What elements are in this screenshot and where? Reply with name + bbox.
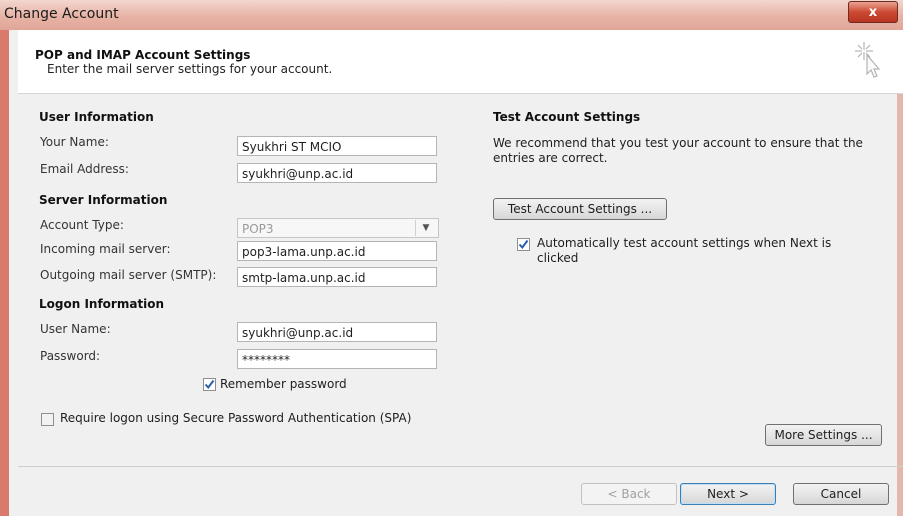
next-button[interactable]: Next > (680, 483, 776, 505)
logon-information-heading: Logon Information (39, 297, 165, 311)
password-field[interactable]: ******** (237, 349, 437, 369)
test-settings-description: We recommend that you test your account … (493, 136, 863, 165)
test-settings-heading: Test Account Settings (493, 110, 641, 124)
cancel-button[interactable]: Cancel (793, 483, 889, 505)
server-information-heading: Server Information (39, 193, 168, 207)
user-information-heading: User Information (39, 110, 154, 124)
incoming-server-label: Incoming mail server: (40, 242, 171, 256)
title-bar[interactable]: Change Account x (0, 0, 903, 30)
remember-password-checkbox[interactable] (203, 378, 216, 391)
account-type-value: POP3 (242, 222, 274, 236)
page-title: POP and IMAP Account Settings (35, 48, 251, 62)
account-type-select: POP3 ▼ (237, 218, 439, 238)
your-name-label: Your Name: (40, 135, 109, 149)
back-button[interactable]: < Back (581, 483, 677, 505)
header-divider (18, 93, 903, 94)
test-account-settings-button[interactable]: Test Account Settings ... (493, 198, 667, 220)
footer-divider (18, 466, 903, 467)
password-label: Password: (40, 349, 101, 363)
incoming-server-field[interactable]: pop3-lama.unp.ac.id (237, 241, 437, 261)
account-type-label: Account Type: (40, 218, 124, 232)
checkmark-icon (204, 379, 215, 390)
close-icon: x (868, 4, 878, 20)
close-button[interactable]: x (848, 1, 898, 23)
window-title: Change Account (4, 6, 119, 22)
remember-password-label: Remember password (220, 377, 347, 391)
spa-label: Require logon using Secure Password Auth… (60, 411, 412, 425)
cursor-sparkle-icon (855, 42, 881, 78)
outgoing-server-field[interactable]: smtp-lama.unp.ac.id (237, 267, 437, 287)
email-address-field[interactable]: syukhri@unp.ac.id (237, 163, 437, 183)
checkmark-icon (518, 239, 529, 250)
more-settings-button[interactable]: More Settings ... (765, 424, 882, 446)
outgoing-server-label: Outgoing mail server (SMTP): (40, 268, 217, 282)
email-address-label: Email Address: (40, 162, 129, 176)
user-name-label: User Name: (40, 322, 111, 336)
user-name-field[interactable]: syukhri@unp.ac.id (237, 322, 437, 342)
page-subtitle: Enter the mail server settings for your … (47, 62, 333, 76)
auto-test-label: Automatically test account settings when… (537, 236, 832, 265)
your-name-field[interactable]: Syukhri ST MCIO (237, 136, 437, 156)
chevron-down-icon: ▼ (415, 220, 436, 236)
spa-checkbox[interactable] (41, 413, 54, 426)
change-account-dialog: Change Account x POP and IMAP Account Se… (0, 0, 903, 516)
auto-test-checkbox[interactable] (517, 238, 530, 251)
